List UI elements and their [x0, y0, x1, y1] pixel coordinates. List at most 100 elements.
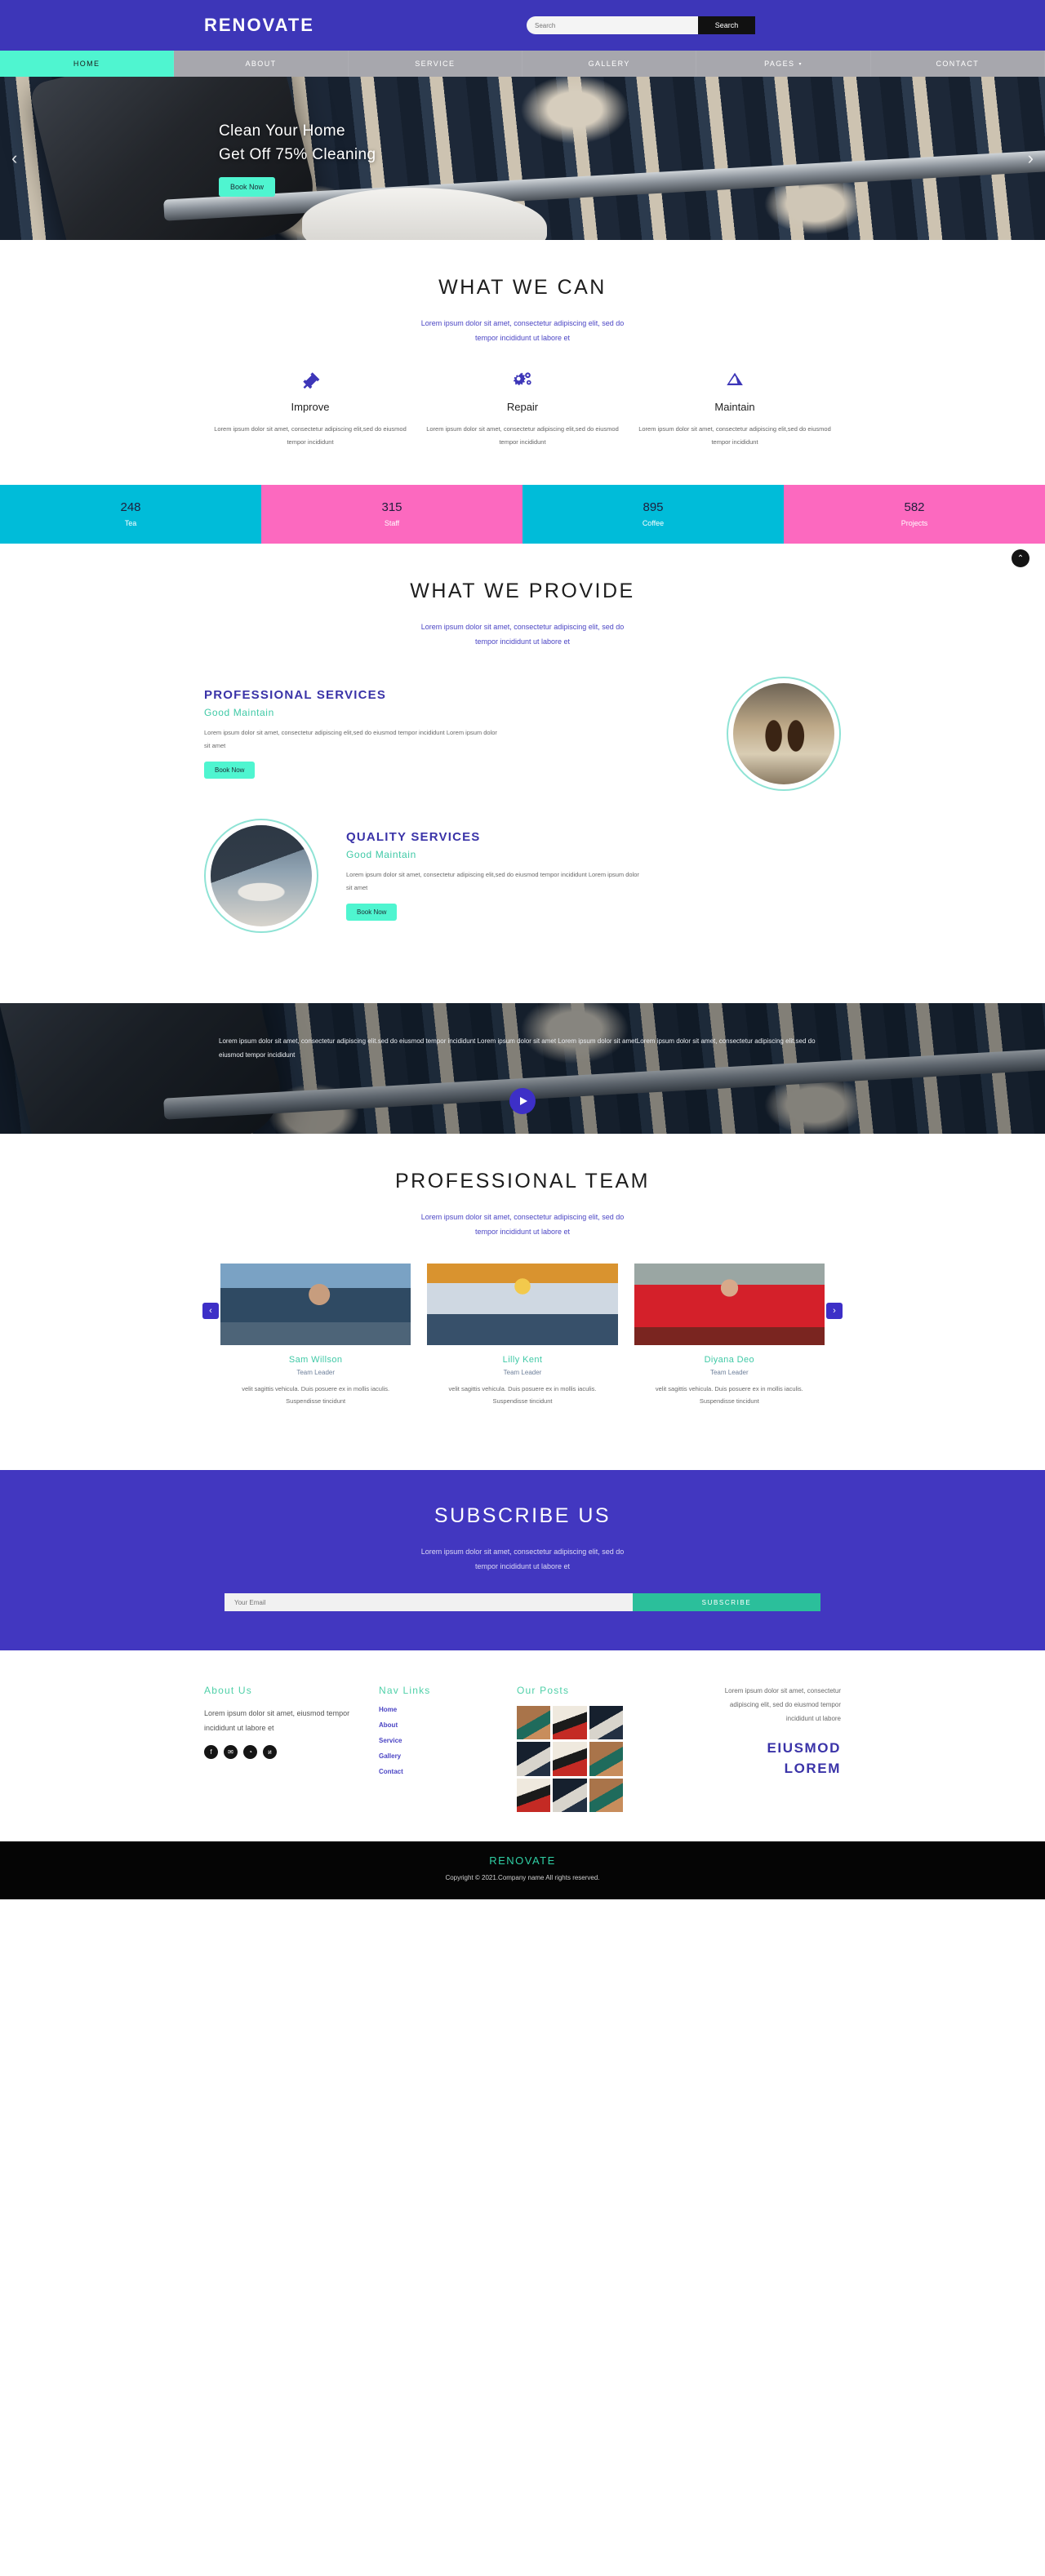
team-member-role: Team Leader	[296, 1368, 336, 1376]
hero-prev-arrow[interactable]: ‹	[11, 148, 17, 169]
post-thumbnail[interactable]	[517, 1706, 551, 1740]
team-member-desc: velit sagittis vehicula. Duis posuere ex…	[448, 1384, 597, 1406]
hero-next-arrow[interactable]: ›	[1028, 148, 1034, 169]
team-member-name: Sam Willson	[288, 1354, 343, 1365]
footer-link-home[interactable]: Home	[379, 1706, 489, 1713]
provide-book-now-button[interactable]: Book Now	[204, 762, 256, 779]
post-thumbnail[interactable]	[517, 1778, 551, 1812]
team-member-role: Team Leader	[709, 1368, 749, 1376]
nav-label: SERVICE	[415, 60, 456, 68]
stat-number: 895	[643, 500, 664, 514]
section-title: WHAT WE PROVIDE	[410, 579, 635, 602]
stat-item-staff: 315 Staff	[261, 484, 522, 544]
stat-item-coffee: 895 Coffee	[522, 484, 784, 544]
page-root: RENOVATE Search HOME ABOUT SERVICE GALLE…	[0, 0, 1045, 1899]
rss-icon[interactable]: ◔	[243, 1745, 257, 1759]
team-member-card[interactable]: Diyana Deo Team Leader velit sagittis ve…	[634, 1263, 825, 1409]
site-brand-logo[interactable]: RENOVATE	[204, 15, 314, 36]
video-banner-section: Lorem ipsum dolor sit amet, consectetur …	[0, 1002, 1045, 1134]
stat-number: 582	[904, 500, 925, 514]
post-thumbnail[interactable]	[553, 1778, 587, 1812]
footer-section: About Us Lorem ipsum dolor sit amet, eiu…	[0, 1650, 1045, 1841]
photo-clip	[733, 682, 834, 784]
footer-right-heading-line2: LOREM	[784, 1761, 841, 1777]
professional-team-section: PROFESSIONAL TEAM Lorem ipsum dolor sit …	[0, 1134, 1045, 1445]
stats-counter-bar: 248 Tea 315 Staff 895 Coffee 582 Project…	[0, 484, 1045, 544]
section-subtitle: Lorem ipsum dolor sit amet, consectetur …	[0, 1210, 1045, 1239]
footer-about-column: About Us Lorem ipsum dolor sit amet, eiu…	[204, 1685, 351, 1812]
provide-heading: PROFESSIONAL SERVICES	[204, 687, 387, 702]
footer-posts-column: Our Posts	[517, 1685, 680, 1812]
footer-column-title: Our Posts	[517, 1685, 570, 1696]
stat-label: Tea	[124, 519, 137, 527]
section-subtitle: Lorem ipsum dolor sit amet, consectetur …	[0, 620, 1045, 649]
social-links: f ✉ ◔ и	[204, 1745, 351, 1759]
spray-bottles-photo	[727, 676, 841, 791]
footer-column-title: About Us	[204, 1685, 252, 1696]
email-input[interactable]	[225, 1593, 633, 1611]
team-member-card[interactable]: Sam Willson Team Leader velit sagittis v…	[220, 1263, 411, 1409]
subtitle-line1: Lorem ipsum dolor sit amet, consectetur …	[420, 1548, 625, 1556]
feature-card-maintain[interactable]: Maintain Lorem ipsum dolor sit amet, con…	[629, 366, 841, 449]
chevron-up-icon: ⌃	[1016, 553, 1025, 563]
footer-right-column: Lorem ipsum dolor sit amet, consectetur …	[708, 1685, 841, 1812]
nav-item-home[interactable]: HOME	[0, 51, 175, 77]
subscribe-section: SUBSCRIBE US Lorem ipsum dolor sit amet,…	[0, 1470, 1045, 1650]
footer-nav-links: Home About Service Gallery Contact	[379, 1706, 489, 1775]
feature-card-improve[interactable]: Improve Lorem ipsum dolor sit amet, cons…	[204, 366, 416, 449]
footer-link-about[interactable]: About	[379, 1721, 489, 1729]
team-next-button[interactable]: ›	[826, 1302, 843, 1319]
vk-icon[interactable]: и	[263, 1745, 277, 1759]
post-thumbnail[interactable]	[517, 1742, 551, 1776]
subtitle-line2: tempor incididunt ut labore et	[474, 637, 571, 646]
nav-item-pages[interactable]: PAGES ▾	[696, 51, 871, 77]
hero-headline-line1: Clean Your Home	[219, 122, 345, 140]
subtitle-line1: Lorem ipsum dolor sit amet, consectetur …	[420, 622, 625, 631]
team-prev-button[interactable]: ‹	[202, 1302, 219, 1319]
team-member-desc: velit sagittis vehicula. Duis posuere ex…	[655, 1384, 803, 1406]
footer-link-service[interactable]: Service	[379, 1737, 489, 1744]
subtitle-line2: tempor incididunt ut labore et	[474, 1562, 571, 1570]
hero-book-now-button[interactable]: Book Now	[219, 176, 276, 197]
top-header-bar: RENOVATE Search	[0, 0, 1045, 51]
team-member-desc: velit sagittis vehicula. Duis posuere ex…	[242, 1384, 390, 1406]
facebook-icon[interactable]: f	[204, 1745, 218, 1759]
provide-book-now-button[interactable]: Book Now	[346, 904, 398, 922]
footer-link-gallery[interactable]: Gallery	[379, 1752, 489, 1760]
nav-item-gallery[interactable]: GALLERY	[522, 51, 697, 77]
scroll-to-top-button[interactable]: ⌃	[1012, 549, 1029, 567]
footer-nav-column: Nav Links Home About Service Gallery Con…	[379, 1685, 489, 1812]
provide-body: Lorem ipsum dolor sit amet, consectetur …	[204, 728, 497, 749]
team-member-name: Diyana Deo	[704, 1354, 755, 1365]
team-member-photo	[220, 1263, 411, 1345]
post-thumbnail[interactable]	[589, 1742, 623, 1776]
feature-card-repair[interactable]: Repair Lorem ipsum dolor sit amet, conse…	[416, 366, 629, 449]
stat-label: Projects	[900, 519, 928, 527]
email-icon[interactable]: ✉	[224, 1745, 238, 1759]
nav-item-about[interactable]: ABOUT	[174, 51, 349, 77]
video-overlay	[0, 1002, 1045, 1134]
subscribe-form: SUBSCRIBE	[225, 1593, 820, 1611]
subscribe-button[interactable]: SUBSCRIBE	[633, 1593, 820, 1611]
provide-subheading: Good Maintain	[346, 848, 416, 860]
search-button[interactable]: Search	[698, 16, 755, 34]
hero-headline-line2: Get Off 75% Cleaning	[219, 146, 376, 164]
section-subtitle: Lorem ipsum dolor sit amet, consectetur …	[0, 1544, 1045, 1574]
search-input[interactable]	[527, 16, 698, 34]
hero-slider: ‹ › Clean Your Home Get Off 75% Cleaning…	[0, 77, 1045, 240]
play-icon[interactable]	[509, 1087, 536, 1114]
post-thumbnail[interactable]	[553, 1742, 587, 1776]
photo-clip	[211, 824, 312, 926]
post-thumbnail[interactable]	[589, 1778, 623, 1812]
nav-item-contact[interactable]: CONTACT	[870, 51, 1045, 77]
stat-label: Staff	[384, 519, 400, 527]
post-thumbnail[interactable]	[553, 1706, 587, 1740]
stat-number: 315	[381, 500, 402, 514]
team-member-card[interactable]: Lilly Kent Team Leader velit sagittis ve…	[427, 1263, 618, 1409]
nav-item-service[interactable]: SERVICE	[348, 51, 522, 77]
footer-column-title: Nav Links	[379, 1685, 431, 1696]
team-member-name: Lilly Kent	[502, 1354, 543, 1365]
footer-link-contact[interactable]: Contact	[379, 1768, 489, 1775]
video-banner-text: Lorem ipsum dolor sit amet, consectetur …	[219, 1037, 816, 1059]
post-thumbnail[interactable]	[589, 1706, 623, 1740]
